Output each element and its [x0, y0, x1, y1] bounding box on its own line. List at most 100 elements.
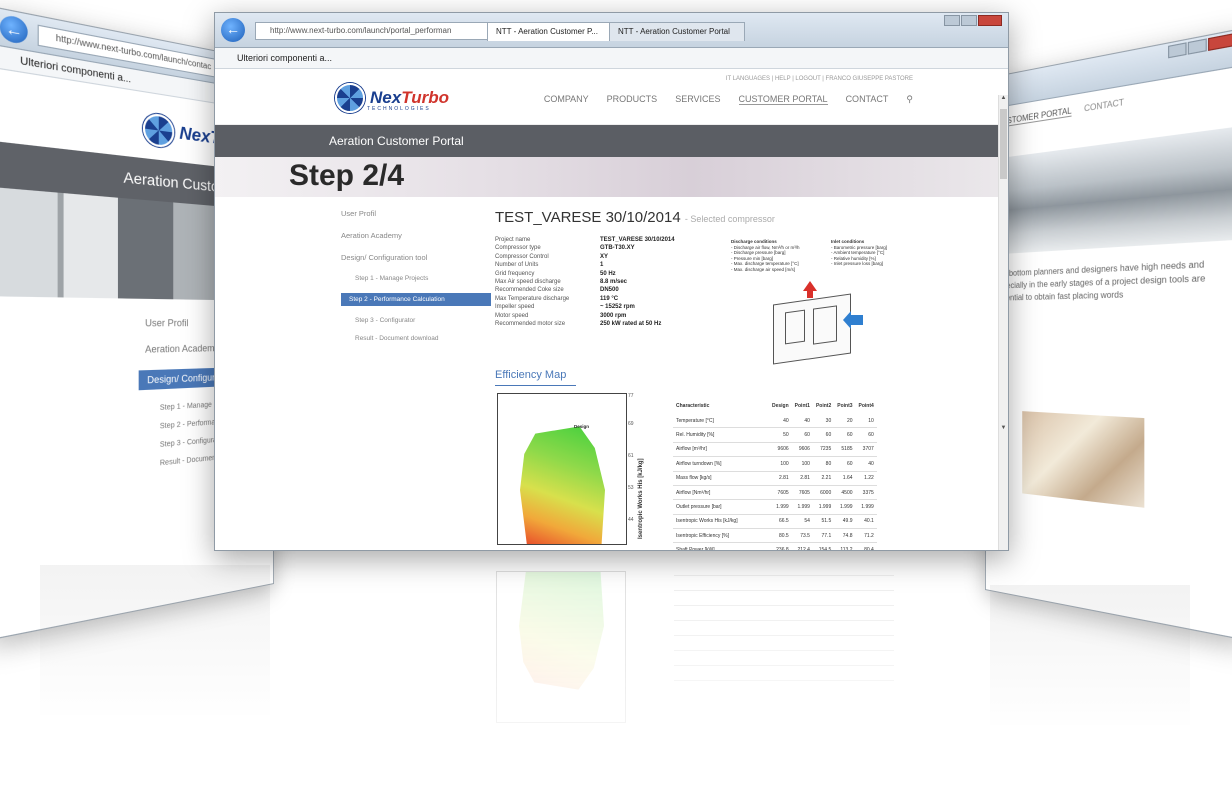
sidebar-result[interactable]: Result - Document download — [355, 335, 491, 342]
browser-tab-1[interactable]: NTT - Aeration Customer P... — [487, 22, 623, 41]
reflected-row — [674, 666, 894, 681]
scroll-up-icon[interactable]: ▲ — [999, 95, 1008, 105]
spec-key: Number of Units — [495, 262, 539, 269]
table-cell: Airflow turndown [%] — [673, 456, 769, 472]
y-tick: 53 — [628, 485, 634, 491]
scroll-down-icon[interactable]: ▼ — [999, 425, 1008, 435]
nav-contact[interactable]: CONTACT — [846, 94, 889, 105]
spec-key: Impeller speed — [495, 304, 535, 311]
performance-table-body: Temperature [°C] 40 40 30 20 10 Rel. Humidity … — [673, 414, 877, 550]
reflected-row — [674, 591, 894, 606]
table-cell: 1.64 — [834, 471, 856, 486]
nav-company[interactable]: COMPANY — [544, 94, 589, 105]
table-cell: 1.22 — [855, 471, 877, 486]
efficiency-map-chart: Design — [497, 393, 627, 545]
efficiency-map-area — [520, 426, 605, 544]
unit-panel — [813, 305, 837, 345]
table-cell: Mass flow [kg/s] — [673, 471, 769, 486]
table-cell: 60 — [855, 427, 877, 443]
table-cell: 2.81 — [791, 471, 813, 486]
maximize-icon[interactable] — [961, 15, 977, 26]
table-cell: 73.5 — [791, 528, 813, 544]
back-arrow-icon[interactable]: ← — [0, 13, 28, 46]
main-favorites-bar[interactable]: Ulteriori componenti a... — [215, 48, 1008, 69]
project-subtitle: - Selected compressor — [684, 214, 775, 224]
project-subtitle-text: Selected compressor — [690, 214, 775, 224]
nav-services[interactable]: SERVICES — [675, 94, 720, 105]
table-cell: 80.5 — [769, 528, 792, 544]
sidebar-step-3[interactable]: Step 3 - Configurator — [355, 317, 491, 324]
compressor-unit-diagram — [765, 281, 863, 365]
table-cell: Rel. Humidity [%] — [673, 427, 769, 443]
table-cell: 50 — [769, 427, 792, 443]
table-cell: 212.4 — [791, 542, 813, 550]
table-row: Outlet pressure [bar] 1.999 1.999 1.999 1.99… — [673, 499, 877, 515]
close-icon[interactable] — [1208, 32, 1232, 52]
page-scrollbar[interactable]: ▲ ▼ — [998, 95, 1008, 550]
sidebar-step-1[interactable]: Step 1 - Manage Projects — [355, 275, 491, 282]
table-cell: 71.2 — [855, 528, 877, 544]
logo-text: NexTurbo — [370, 88, 449, 108]
site-header: NexTurbo TECHNOLOGIES IT LANGUAGES | HEL… — [215, 69, 1008, 125]
table-cell: 20 — [834, 414, 856, 429]
table-cell: 54 — [791, 514, 813, 530]
minimize-icon[interactable] — [944, 15, 960, 26]
spec-value: 1 — [600, 262, 604, 269]
spec-value: GTB-T30.XY — [600, 245, 635, 252]
utility-links[interactable]: IT LANGUAGES | HELP | LOGOUT | FRANCO GI… — [726, 76, 913, 82]
inlet-arrow-icon — [843, 311, 863, 329]
table-cell: 154.5 — [812, 542, 835, 550]
table-cell: 80 — [812, 456, 835, 472]
scroll-thumb[interactable] — [1000, 109, 1007, 179]
table-cell: 40 — [769, 414, 792, 429]
spec-value: 119 °C — [600, 295, 619, 302]
sidebar-step-2-active[interactable]: Step 2 - Performance Calculation — [341, 293, 491, 306]
screenshot-scene: ← http://www.next-turbo.com/launch/conta… — [0, 0, 1232, 810]
main-address-bar[interactable]: http://www.next-turbo.com/launch/portal_… — [255, 22, 491, 40]
reflected-row — [674, 561, 894, 576]
reflected-row — [674, 636, 894, 651]
y-tick: 77 — [628, 393, 634, 399]
project-title: TEST_VARESE 30/10/2014 - Selected compre… — [495, 209, 995, 226]
spec-row: Recommended motor size 250 kW rated at 50… — [495, 320, 995, 328]
efficiency-map-heading: Efficiency Map — [495, 369, 576, 386]
discharge-legend: Discharge conditions - Discharge air flo… — [731, 239, 826, 272]
close-icon[interactable] — [978, 15, 1002, 26]
spec-value: ~ 15252 rpm — [600, 304, 635, 311]
legend-line: - Max. discharge air speed [m/s] — [731, 266, 796, 272]
spec-row: Recommended Coke size DN500 — [495, 286, 995, 294]
table-cell: 100 — [791, 456, 813, 472]
browser-tab-2[interactable]: NTT - Aeration Customer Portal — [609, 22, 745, 41]
search-icon[interactable]: ⚲ — [906, 94, 913, 105]
unit-panel — [785, 309, 805, 345]
table-cell: Airflow [m³/hr] — [673, 442, 769, 458]
main-window-controls — [944, 15, 1002, 26]
sidebar-item-user-profil[interactable]: User Profil — [341, 209, 491, 218]
table-header-cell: Point3 — [837, 403, 853, 409]
sidebar-item-aeration-academy[interactable]: Aeration Academy — [341, 231, 491, 240]
table-cell: 3707 — [855, 442, 877, 458]
reflected-map — [496, 571, 626, 723]
table-header-cell: Characteristic — [676, 403, 710, 409]
minimize-icon[interactable] — [1168, 42, 1187, 59]
logo-text-accent: Turbo — [401, 88, 450, 107]
table-cell: 60 — [834, 456, 856, 472]
right-nav-contact[interactable]: CONTACT — [1084, 97, 1124, 113]
reflected-row — [674, 606, 894, 621]
back-arrow-icon[interactable]: ← — [221, 18, 245, 42]
spec-key: Project name — [495, 237, 531, 243]
table-cell: 2.21 — [812, 471, 835, 486]
maximize-icon[interactable] — [1187, 38, 1207, 55]
right-window-reflection — [990, 585, 1190, 725]
table-header-cell: Point1 — [794, 403, 810, 409]
table-row: Airflow [m³/hr] 9606 9606 7235 5185 3707 — [673, 442, 877, 458]
table-cell: 3375 — [855, 485, 877, 501]
sidebar-item-design-tool[interactable]: Design/ Configuration tool — [341, 253, 491, 262]
nav-products[interactable]: PRODUCTS — [607, 94, 658, 105]
reflected-row — [674, 621, 894, 636]
table-cell: 1.999 — [769, 499, 792, 515]
table-cell: 40 — [855, 456, 877, 472]
table-cell: Isentropic Works His [kJ/kg] — [673, 514, 769, 530]
right-window-controls — [1168, 32, 1232, 59]
nav-customer-portal[interactable]: CUSTOMER PORTAL — [738, 94, 828, 105]
